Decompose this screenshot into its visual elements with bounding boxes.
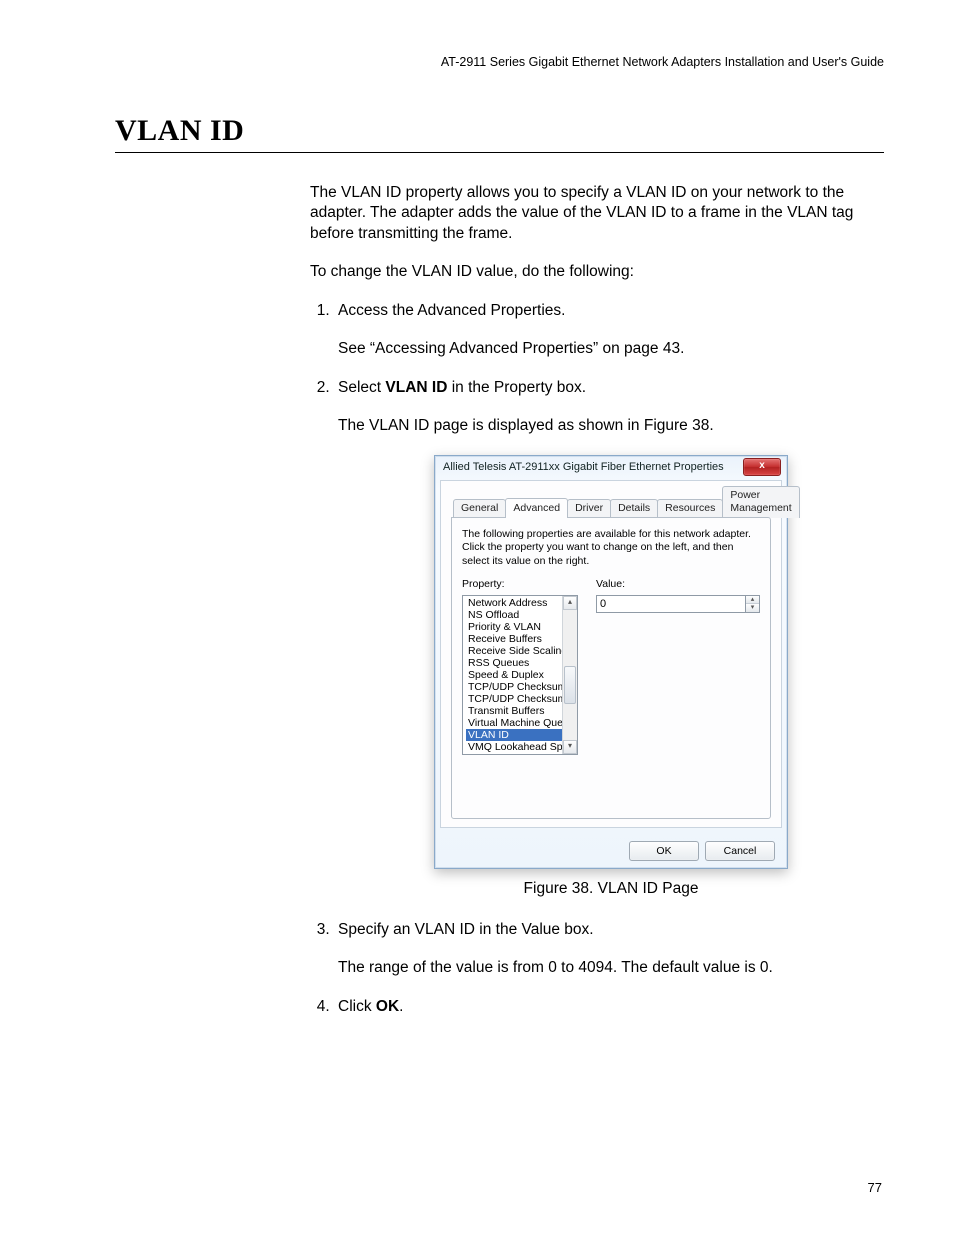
list-item[interactable]: NS Offload — [466, 609, 563, 621]
step-3: Specify an VLAN ID in the Value box. The… — [334, 920, 884, 979]
scroll-down-icon[interactable]: ▾ — [563, 740, 577, 754]
step-2-sub: The VLAN ID page is displayed as shown i… — [338, 416, 884, 436]
step-1: Access the Advanced Properties. See “Acc… — [334, 301, 884, 360]
dialog-buttons: OK Cancel — [629, 841, 775, 861]
property-label: Property: — [462, 578, 578, 592]
list-item[interactable]: Priority & VLAN — [466, 621, 563, 633]
listbox-scrollbar[interactable]: ▴ ▾ — [562, 596, 577, 754]
step-1-text: Access the Advanced Properties. — [338, 302, 565, 319]
value-label: Value: — [596, 578, 760, 592]
figure-caption: Figure 38. VLAN ID Page — [338, 879, 884, 899]
tab-driver[interactable]: Driver — [567, 499, 611, 518]
tab-advanced[interactable]: Advanced — [505, 498, 568, 518]
property-listbox[interactable]: Network AddressNS OffloadPriority & VLAN… — [462, 595, 578, 755]
step-4-pre: Click — [338, 998, 376, 1015]
dialog-title: Allied Telesis AT-2911xx Gigabit Fiber E… — [443, 456, 724, 478]
advanced-tab-panel: The following properties are available f… — [451, 517, 771, 819]
tab-general[interactable]: General — [453, 499, 506, 518]
list-item[interactable]: Transmit Buffers — [466, 705, 563, 717]
step-4-bold: OK — [376, 998, 399, 1015]
page-number: 77 — [868, 1180, 882, 1195]
close-button[interactable]: x — [743, 458, 781, 476]
list-item[interactable]: TCP/UDP Checksum Offload (IPv4 — [466, 681, 563, 693]
list-item[interactable]: Network Address — [466, 597, 563, 609]
list-item[interactable]: Speed & Duplex — [466, 669, 563, 681]
scroll-up-icon[interactable]: ▴ — [563, 596, 577, 610]
step-4: Click OK. — [334, 997, 884, 1017]
cancel-button[interactable]: Cancel — [705, 841, 775, 861]
spinner-up-icon[interactable]: ▴ — [746, 596, 759, 605]
steps-list: Access the Advanced Properties. See “Acc… — [310, 301, 884, 1017]
list-item[interactable]: Virtual Machine Queues — [466, 717, 563, 729]
tab-power-management[interactable]: Power Management — [722, 486, 799, 519]
figure-38: Allied Telesis AT-2911xx Gigabit Fiber E… — [338, 455, 884, 900]
step-4-post: . — [399, 998, 403, 1015]
list-item[interactable]: Receive Side Scaling — [466, 645, 563, 657]
value-input[interactable] — [596, 595, 746, 613]
list-item[interactable]: VLAN ID — [466, 729, 563, 741]
step-2-pre: Select — [338, 379, 385, 396]
list-item[interactable]: TCP/UDP Checksum Offload (IPv6 — [466, 693, 563, 705]
step-3-sub: The range of the value is from 0 to 4094… — [338, 958, 884, 978]
tab-strip: General Advanced Driver Details Resource… — [453, 485, 771, 518]
instructions-text: The following properties are available f… — [462, 528, 760, 567]
list-item[interactable]: VMQ VLAN Filtering — [466, 753, 563, 754]
body-content: The VLAN ID property allows you to speci… — [310, 183, 884, 1017]
list-item[interactable]: Receive Buffers — [466, 633, 563, 645]
properties-dialog: Allied Telesis AT-2911xx Gigabit Fiber E… — [434, 455, 788, 870]
step-1-sub: See “Accessing Advanced Properties” on p… — [338, 339, 884, 359]
ok-button[interactable]: OK — [629, 841, 699, 861]
step-2: Select VLAN ID in the Property box. The … — [334, 378, 884, 900]
step-3-text: Specify an VLAN ID in the Value box. — [338, 921, 594, 938]
dialog-titlebar: Allied Telesis AT-2911xx Gigabit Fiber E… — [435, 456, 787, 478]
value-spinner-buttons: ▴ ▾ — [746, 595, 760, 613]
tab-details[interactable]: Details — [610, 499, 658, 518]
intro-paragraph: The VLAN ID property allows you to speci… — [310, 183, 884, 244]
running-header: AT-2911 Series Gigabit Ethernet Network … — [115, 55, 884, 69]
tab-resources[interactable]: Resources — [657, 499, 723, 518]
step-2-bold: VLAN ID — [385, 379, 447, 396]
value-spinner: ▴ ▾ — [596, 595, 760, 613]
spinner-down-icon[interactable]: ▾ — [746, 604, 759, 612]
list-item[interactable]: RSS Queues — [466, 657, 563, 669]
step-2-post: in the Property box. — [447, 379, 586, 396]
lead-paragraph: To change the VLAN ID value, do the foll… — [310, 262, 884, 282]
property-list: Network AddressNS OffloadPriority & VLAN… — [463, 596, 563, 754]
list-item[interactable]: VMQ Lookahead Split — [466, 741, 563, 753]
section-title: VLAN ID — [115, 114, 884, 153]
scroll-thumb[interactable] — [564, 666, 576, 704]
